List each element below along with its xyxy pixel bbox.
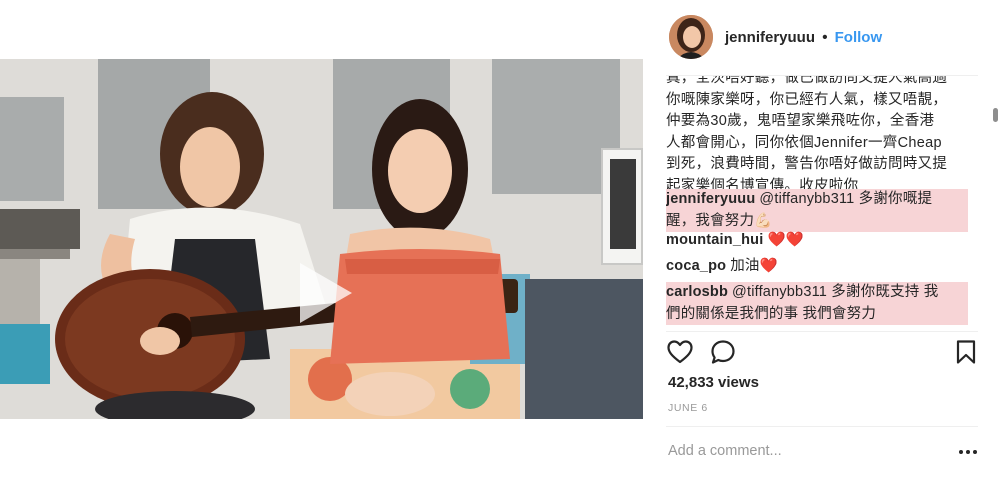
comments-list[interactable]: 真，全茨唔好聽，做已做訪問又提人氣高過 你嘅陳家樂呀，你已經冇人氣，樣又唔靚， … (666, 76, 982, 326)
comment-item: carlosbb @tiffanybb311 多謝你既支持 我 們的關係是我們的事… (666, 282, 968, 325)
video-player[interactable] (0, 59, 643, 419)
comment-text: @tiffanybb311 多謝你既支持 我 (732, 284, 939, 300)
scrollbar-thumb[interactable] (993, 108, 998, 122)
avatar[interactable] (669, 15, 713, 59)
media-panel (0, 0, 643, 480)
caption-text: 真，全茨唔好聽，做已做訪問又提人氣高過 你嘅陳家樂呀，你已經冇人氣，樣又唔靚， … (666, 76, 966, 197)
comment-author-link[interactable]: carlosbb (666, 284, 728, 300)
comment-item: mountain_hui ❤️❤️ (666, 230, 968, 252)
comment-author-link[interactable]: coca_po (666, 258, 726, 274)
add-comment-input[interactable]: Add a comment... (668, 443, 928, 459)
post-sidebar: jenniferyuuu • Follow 真，全茨唔好聽，做已做訪問又提人氣高… (643, 0, 1000, 480)
more-options-button[interactable] (958, 444, 978, 460)
post-date[interactable]: JUNE 6 (668, 402, 708, 414)
composer-divider (666, 426, 978, 427)
comment-button[interactable] (709, 338, 737, 366)
post-header: jenniferyuuu • Follow (643, 0, 1000, 76)
caption-line: 真，全茨唔好聽，做已做訪問又提人氣高過 (666, 76, 948, 86)
post-header-text: jenniferyuuu • Follow (725, 29, 882, 47)
action-bar (666, 338, 980, 368)
comment-line: carlosbb @tiffanybb311 多謝你既支持 我 (666, 282, 968, 304)
caption-line: 到死，浪費時間，警告你唔好做訪問時又提 (666, 156, 948, 172)
comment-author-link[interactable]: mountain_hui (666, 232, 763, 248)
caption-line: 人都會開心，同你依個Jennifer一齊Cheap (666, 134, 942, 151)
comment-text: ❤️❤️ (767, 232, 804, 248)
avatar-image (669, 15, 713, 59)
bookmark-icon (956, 340, 976, 364)
comment-item: coca_po 加油❤️ (666, 256, 968, 278)
comment-bubble-icon (711, 340, 735, 364)
username-link[interactable]: jenniferyuuu (725, 29, 815, 46)
more-options-icon (959, 450, 977, 454)
caption-line: 你嘅陳家樂呀，你已經冇人氣，樣又唔靚， (666, 91, 948, 108)
comment-author-link[interactable]: jenniferyuuu (666, 191, 755, 207)
view-count[interactable]: 42,833 views (668, 374, 759, 391)
header-separator: • (822, 29, 828, 46)
caption-line: 仲要為30歲，鬼唔望家樂飛咗你，全香港 (666, 113, 935, 129)
actions-divider (666, 331, 978, 332)
save-button[interactable] (952, 338, 980, 366)
follow-button[interactable]: Follow (835, 29, 883, 46)
like-button[interactable] (666, 338, 694, 366)
comment-line: 醒，我會努力💪🏻 (666, 210, 968, 232)
comment-text: @tiffanybb311 多謝你嘅提 (759, 191, 933, 207)
comment-item: jenniferyuuu @tiffanybb311 多謝你嘅提 醒，我會努力💪🏻 (666, 189, 968, 232)
comment-text: 加油❤️ (730, 258, 778, 274)
comments-scrollbar[interactable] (991, 76, 1000, 326)
heart-icon (667, 340, 693, 364)
comment-line: jenniferyuuu @tiffanybb311 多謝你嘅提 (666, 189, 968, 211)
play-icon (300, 263, 352, 323)
comment-line: 們的關係是我們的事 我們會努力 (666, 303, 968, 325)
comment-text: 們的關係是我們的事 我們會努力 (666, 305, 877, 322)
video-frame (0, 59, 643, 419)
comment-text: 醒，我會努力💪🏻 (666, 212, 773, 229)
play-button[interactable] (290, 259, 358, 327)
